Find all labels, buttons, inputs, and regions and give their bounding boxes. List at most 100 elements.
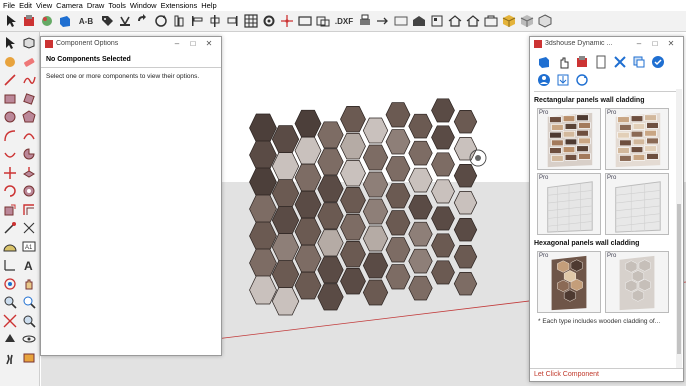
hex-panel-thumb-1[interactable]: Pro	[537, 251, 601, 313]
menu-help[interactable]: Help	[201, 0, 220, 11]
user-icon[interactable]	[536, 73, 552, 88]
menu-edit[interactable]: Edit	[19, 0, 36, 11]
tools-icon[interactable]	[612, 54, 628, 69]
previous-view-icon[interactable]	[21, 313, 37, 329]
house-icon[interactable]	[447, 13, 463, 29]
orbit-tool-icon[interactable]	[2, 276, 18, 292]
hand-pointer-icon[interactable]	[555, 54, 571, 69]
rotated-rectangle-icon[interactable]	[21, 91, 37, 107]
move-tool-icon[interactable]	[2, 165, 18, 181]
menu-window[interactable]: Window	[130, 0, 161, 11]
rect-panel-thumb-3[interactable]: Pro	[537, 173, 601, 235]
text-icon[interactable]: A1	[21, 239, 37, 255]
move-icon[interactable]	[279, 13, 295, 29]
look-around-icon[interactable]	[21, 331, 37, 347]
position-camera-icon[interactable]	[2, 331, 18, 347]
select-icon[interactable]	[3, 13, 19, 29]
zoom-extents-icon[interactable]	[2, 313, 18, 329]
close-icon[interactable]: ✕	[663, 39, 679, 48]
paint-icon[interactable]	[2, 54, 18, 70]
scrollbar-thumb[interactable]	[677, 204, 681, 354]
tape-measure-icon[interactable]	[2, 220, 18, 236]
zoom-window-icon[interactable]	[21, 294, 37, 310]
zoom-icon[interactable]	[2, 294, 18, 310]
two-point-arc-icon[interactable]	[21, 128, 37, 144]
arrow-right-icon[interactable]	[375, 13, 391, 29]
pie-icon[interactable]	[21, 146, 37, 162]
circle-icon[interactable]	[2, 109, 18, 125]
file-icon[interactable]	[593, 54, 609, 69]
sync-icon[interactable]	[574, 73, 590, 88]
align-right-icon[interactable]	[225, 13, 241, 29]
close-icon[interactable]: ✕	[201, 39, 217, 48]
rotate-tool-icon[interactable]	[2, 183, 18, 199]
component-icon[interactable]	[574, 54, 590, 69]
dynamic-panel-titlebar[interactable]: 3dshouse Dynamic ... – □ ✕	[530, 37, 683, 50]
paint-bucket-icon[interactable]	[39, 13, 55, 29]
rectangle-tool-icon[interactable]	[2, 91, 18, 107]
frame-icon[interactable]	[483, 13, 499, 29]
protractor-icon[interactable]	[2, 239, 18, 255]
rectangle-icon[interactable]	[297, 13, 313, 29]
freehand-icon[interactable]	[21, 72, 37, 88]
warehouse-icon[interactable]	[411, 13, 427, 29]
hex-panel-thumb-2[interactable]: Pro	[605, 251, 669, 313]
scrollbar[interactable]	[676, 89, 682, 369]
offset-tool-icon[interactable]	[21, 202, 37, 218]
eraser-icon[interactable]	[21, 54, 37, 70]
dxf-export-button[interactable]: .DXF	[333, 13, 355, 29]
rect-panel-thumb-2[interactable]: Pro	[605, 108, 669, 170]
scale-icon[interactable]	[2, 202, 18, 218]
dimension-tool-button[interactable]: A-B	[75, 13, 97, 29]
align-left-icon[interactable]	[189, 13, 205, 29]
home-icon[interactable]	[465, 13, 481, 29]
rotate-icon[interactable]	[135, 13, 151, 29]
polygon-icon[interactable]	[21, 109, 37, 125]
download-icon[interactable]	[555, 73, 571, 88]
push-pull-icon[interactable]	[57, 13, 73, 29]
pan-icon[interactable]	[21, 276, 37, 292]
menu-camera[interactable]: Camera	[56, 0, 87, 11]
component-options-titlebar[interactable]: Component Options – □ ✕	[41, 37, 221, 50]
copy-icon[interactable]	[631, 54, 647, 69]
menu-file[interactable]: File	[3, 0, 19, 11]
tag-icon[interactable]	[99, 13, 115, 29]
follow-me-icon[interactable]	[21, 183, 37, 199]
3d-text-icon[interactable]: A	[21, 257, 37, 273]
arc-icon[interactable]	[2, 128, 18, 144]
orbit-icon[interactable]	[117, 13, 133, 29]
menu-draw[interactable]: Draw	[87, 0, 109, 11]
push-pull-tool-icon[interactable]	[21, 165, 37, 181]
extension-package-icon[interactable]	[537, 13, 553, 29]
line-icon[interactable]	[2, 72, 18, 88]
section-plane-icon[interactable]	[171, 13, 187, 29]
rect-panel-thumb-4[interactable]: Pro	[605, 173, 669, 235]
extension-box-icon[interactable]	[519, 13, 535, 29]
rect-panel-thumb-1[interactable]: Pro	[537, 108, 601, 170]
walk-icon[interactable]	[2, 350, 18, 366]
make-component-icon[interactable]	[21, 35, 37, 51]
print-icon[interactable]	[357, 13, 373, 29]
minimize-icon[interactable]: –	[631, 39, 647, 48]
dimension-icon[interactable]	[21, 220, 37, 236]
extension-cube-icon[interactable]	[501, 13, 517, 29]
gear-icon[interactable]	[261, 13, 277, 29]
three-point-arc-icon[interactable]	[2, 146, 18, 162]
maximize-icon[interactable]: □	[647, 39, 663, 48]
align-center-icon[interactable]	[207, 13, 223, 29]
grid-icon[interactable]	[243, 13, 259, 29]
refresh-icon[interactable]	[153, 13, 169, 29]
building-icon[interactable]	[429, 13, 445, 29]
menu-extensions[interactable]: Extensions	[161, 0, 202, 11]
push-pull-icon[interactable]	[536, 54, 552, 69]
check-icon[interactable]	[650, 54, 666, 69]
offset-icon[interactable]	[315, 13, 331, 29]
menu-tools[interactable]: Tools	[108, 0, 130, 11]
component-icon[interactable]	[21, 13, 37, 29]
minimize-icon[interactable]: –	[169, 39, 185, 48]
section-tool-icon[interactable]	[21, 350, 37, 366]
select-arrow-icon[interactable]	[2, 35, 18, 51]
rectangle-outline-icon[interactable]	[393, 13, 409, 29]
maximize-icon[interactable]: □	[185, 39, 201, 48]
menu-view[interactable]: View	[36, 0, 56, 11]
